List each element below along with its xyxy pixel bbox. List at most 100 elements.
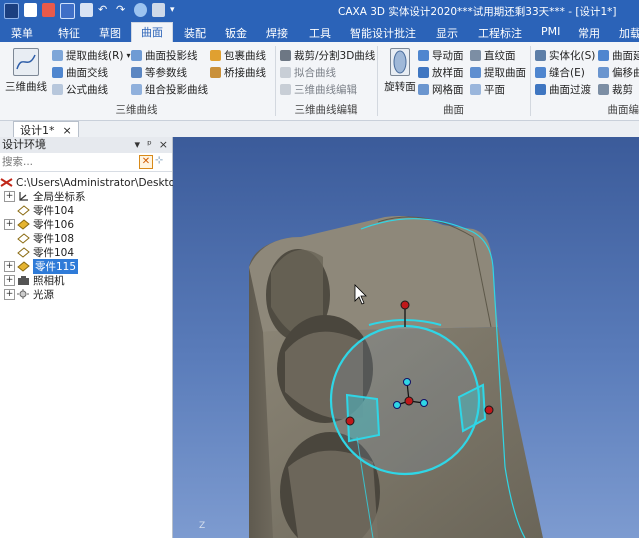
tree-expander-icon[interactable]: + <box>4 219 15 230</box>
menu-tools[interactable]: 工具 <box>309 25 331 41</box>
document-tab-bar: 设计1* × <box>0 121 639 138</box>
trim-surface-button[interactable]: 裁剪 <box>598 82 633 97</box>
tree-item[interactable]: + 零件106 <box>4 218 74 231</box>
customize-dropdown-icon[interactable]: ▾ <box>170 3 183 17</box>
isoparametric-icon <box>131 67 142 78</box>
print-icon[interactable] <box>80 3 93 17</box>
grid-icon[interactable] <box>152 3 165 17</box>
clear-search-icon[interactable]: ✕ <box>139 155 153 169</box>
part-icon <box>17 247 30 258</box>
isoparametric-curve-button[interactable]: 等参数线 <box>131 65 187 80</box>
menu-display[interactable]: 显示 <box>436 25 458 41</box>
redo-icon[interactable]: ↷ <box>116 3 129 17</box>
undo-icon[interactable]: ↶ <box>98 3 111 17</box>
menu-common[interactable]: 常用 <box>578 25 600 41</box>
menu-surface[interactable]: 曲面 <box>131 22 173 42</box>
close-tab-icon[interactable]: × <box>63 124 72 137</box>
wrap-curve-button[interactable]: 包裹曲线 <box>210 48 266 63</box>
tree-item[interactable]: + 全局坐标系 <box>4 190 86 203</box>
formula-curve-button[interactable]: 公式曲线 <box>52 82 108 97</box>
tree-item[interactable]: + 照相机 <box>4 274 65 287</box>
save-icon[interactable] <box>60 3 75 19</box>
offset-surface-button[interactable]: 偏移曲 <box>598 65 639 80</box>
menu-smart-annotation[interactable]: 智能设计批注 <box>350 25 416 41</box>
offset-surface-icon <box>598 67 609 78</box>
solidify-button[interactable]: 实体化(S) <box>535 48 595 63</box>
dropdown-icon[interactable]: ▾ <box>127 51 131 60</box>
panel-dropdown-icon[interactable]: ▾ <box>135 137 141 153</box>
trim-split-label: 裁剪/分割3D曲线 <box>294 50 376 62</box>
open-file-icon[interactable] <box>42 3 55 17</box>
solidify-icon <box>535 50 546 61</box>
group-label-surface-edit: 曲面编 <box>607 104 639 116</box>
document-tab-label: 设计1* <box>20 124 55 137</box>
filter-icon[interactable]: ⊹ <box>155 155 163 166</box>
tree-expander-icon[interactable]: + <box>4 275 15 286</box>
menu-sketch[interactable]: 草图 <box>99 25 121 41</box>
surface-intersection-curve-button[interactable]: 曲面交线 <box>52 65 108 80</box>
tree-item[interactable]: 零件108 <box>4 232 74 245</box>
surface-extend-label: 曲面延 <box>612 50 639 62</box>
tree-expander-icon[interactable]: + <box>4 289 15 300</box>
surface-extend-button[interactable]: 曲面延 <box>598 48 639 63</box>
menu-assembly[interactable]: 装配 <box>184 25 206 41</box>
trim-surface-label: 裁剪 <box>612 84 633 96</box>
app-menu-icon[interactable] <box>4 3 19 19</box>
search-input[interactable] <box>0 154 139 169</box>
part-icon <box>17 233 30 244</box>
menu-file[interactable]: 菜单 <box>11 25 33 41</box>
hole-bottom-inner <box>288 450 378 538</box>
loft-surface-button[interactable]: 放样面 <box>418 65 464 80</box>
fit-curve-icon <box>280 67 291 78</box>
scissors-icon <box>280 50 291 61</box>
edit-3d-curve-button[interactable]: 三维曲线编辑 <box>280 82 357 97</box>
extract-surface-label: 提取曲面 <box>484 67 526 79</box>
plane-surface-button[interactable]: 平面 <box>470 82 505 97</box>
tree-item[interactable]: + 光源 <box>4 288 54 301</box>
pin-icon[interactable]: ᵖ <box>147 137 152 153</box>
document-tab[interactable]: 设计1* × <box>13 121 79 138</box>
menu-welding[interactable]: 焊接 <box>266 25 288 41</box>
revolve-surface-button[interactable]: 旋转面 <box>381 48 419 94</box>
tree-item[interactable]: + 零件115 <box>4 259 79 274</box>
new-file-icon[interactable] <box>24 3 37 17</box>
3d-curve-icon <box>13 48 39 76</box>
ruled-surface-button[interactable]: 直纹面 <box>470 48 516 63</box>
trim-split-3d-curve-button[interactable]: 裁剪/分割3D曲线 <box>280 48 375 63</box>
menu-engineering-annotation[interactable]: 工程标注 <box>478 25 522 41</box>
extract-curve-button[interactable]: 提取曲线(R) ▾ <box>52 48 131 63</box>
ribbon-group-surface: 旋转面 导动面 放样面 网格面 直纹面 提取曲面 平面 曲面 <box>380 42 527 120</box>
sweep-surface-button[interactable]: 导动面 <box>418 48 464 63</box>
3d-viewport[interactable]: Z <box>173 137 639 538</box>
menu-sheet-metal[interactable]: 钣金 <box>225 25 247 41</box>
axis-label-z: Z <box>199 521 205 531</box>
window-title: CAXA 3D 实体设计2020***试用期还剩33天*** - [设计1*] <box>338 6 617 18</box>
tree-item[interactable]: 零件104 <box>4 246 74 259</box>
extract-surface-button[interactable]: 提取曲面 <box>470 65 526 80</box>
tree-expander-icon[interactable]: + <box>4 261 15 272</box>
sphere-icon[interactable] <box>134 3 147 17</box>
tree-item[interactable]: 零件104 <box>4 204 74 217</box>
search-row: ✕ ⊹ <box>0 153 172 172</box>
menu-load[interactable]: 加载 <box>619 25 639 41</box>
surface-fillet-button[interactable]: 曲面过渡 <box>535 82 591 97</box>
isoparametric-label: 等参数线 <box>145 67 187 79</box>
part-icon <box>17 261 30 272</box>
surface-projection-curve-button[interactable]: 曲面投影线 <box>131 48 198 63</box>
menu-feature[interactable]: 特征 <box>58 25 80 41</box>
close-panel-icon[interactable]: × <box>159 137 168 153</box>
fit-curve-button[interactable]: 拟合曲线 <box>280 65 336 80</box>
ribbon-group-curve-edit: 裁剪/分割3D曲线 拟合曲线 三维曲线编辑 三维曲线编辑 <box>278 42 375 120</box>
stitch-button[interactable]: 缝合(E) <box>535 65 585 80</box>
tree-item[interactable]: C:\Users\Administrator\Desktop\ <box>0 176 185 189</box>
light-icon <box>17 289 30 300</box>
bridge-curve-button[interactable]: 桥接曲线 <box>210 65 266 80</box>
menu-pmi[interactable]: PMI <box>541 25 560 38</box>
sweep-surface-icon <box>418 50 429 61</box>
fit-curve-label: 拟合曲线 <box>294 67 336 79</box>
formula-curve-label: 公式曲线 <box>66 84 108 96</box>
tree-expander-icon[interactable]: + <box>4 191 15 202</box>
3d-curve-button[interactable]: 三维曲线 <box>4 48 48 94</box>
mesh-surface-button[interactable]: 网格面 <box>418 82 464 97</box>
combined-projection-curve-button[interactable]: 组合投影曲线 <box>131 82 208 97</box>
